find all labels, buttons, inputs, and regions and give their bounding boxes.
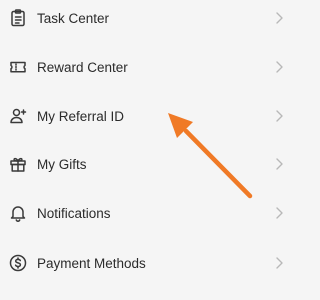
chevron-right-icon [274,11,284,25]
menu-item-reward-center[interactable]: Reward Center [0,45,300,89]
chevron-right-icon [274,206,284,220]
menu-item-label: My Referral ID [37,108,125,124]
menu-item-label: Payment Methods [37,255,146,271]
dollar-circle-icon [8,253,28,273]
chevron-right-icon [274,60,284,74]
ticket-icon [8,57,28,77]
user-plus-icon [8,106,28,126]
menu-item-label: Task Center [37,10,110,26]
menu-item-payment-methods[interactable]: Payment Methods [0,241,300,285]
menu-item-label: Notifications [37,205,111,221]
menu-item-my-referral-id[interactable]: My Referral ID [0,94,300,138]
menu-item-label: My Gifts [37,156,87,172]
menu-item-task-center[interactable]: Task Center [0,0,300,40]
menu-item-my-gifts[interactable]: My Gifts [0,142,300,186]
clipboard-list-icon [8,8,28,28]
bell-icon [8,203,28,223]
menu-item-notifications[interactable]: Notifications [0,191,300,235]
chevron-right-icon [274,157,284,171]
chevron-right-icon [274,109,284,123]
chevron-right-icon [274,256,284,270]
menu-item-label: Reward Center [37,59,128,75]
gift-icon [8,154,28,174]
settings-menu: Task Center Reward Center My Referral ID… [0,0,300,300]
